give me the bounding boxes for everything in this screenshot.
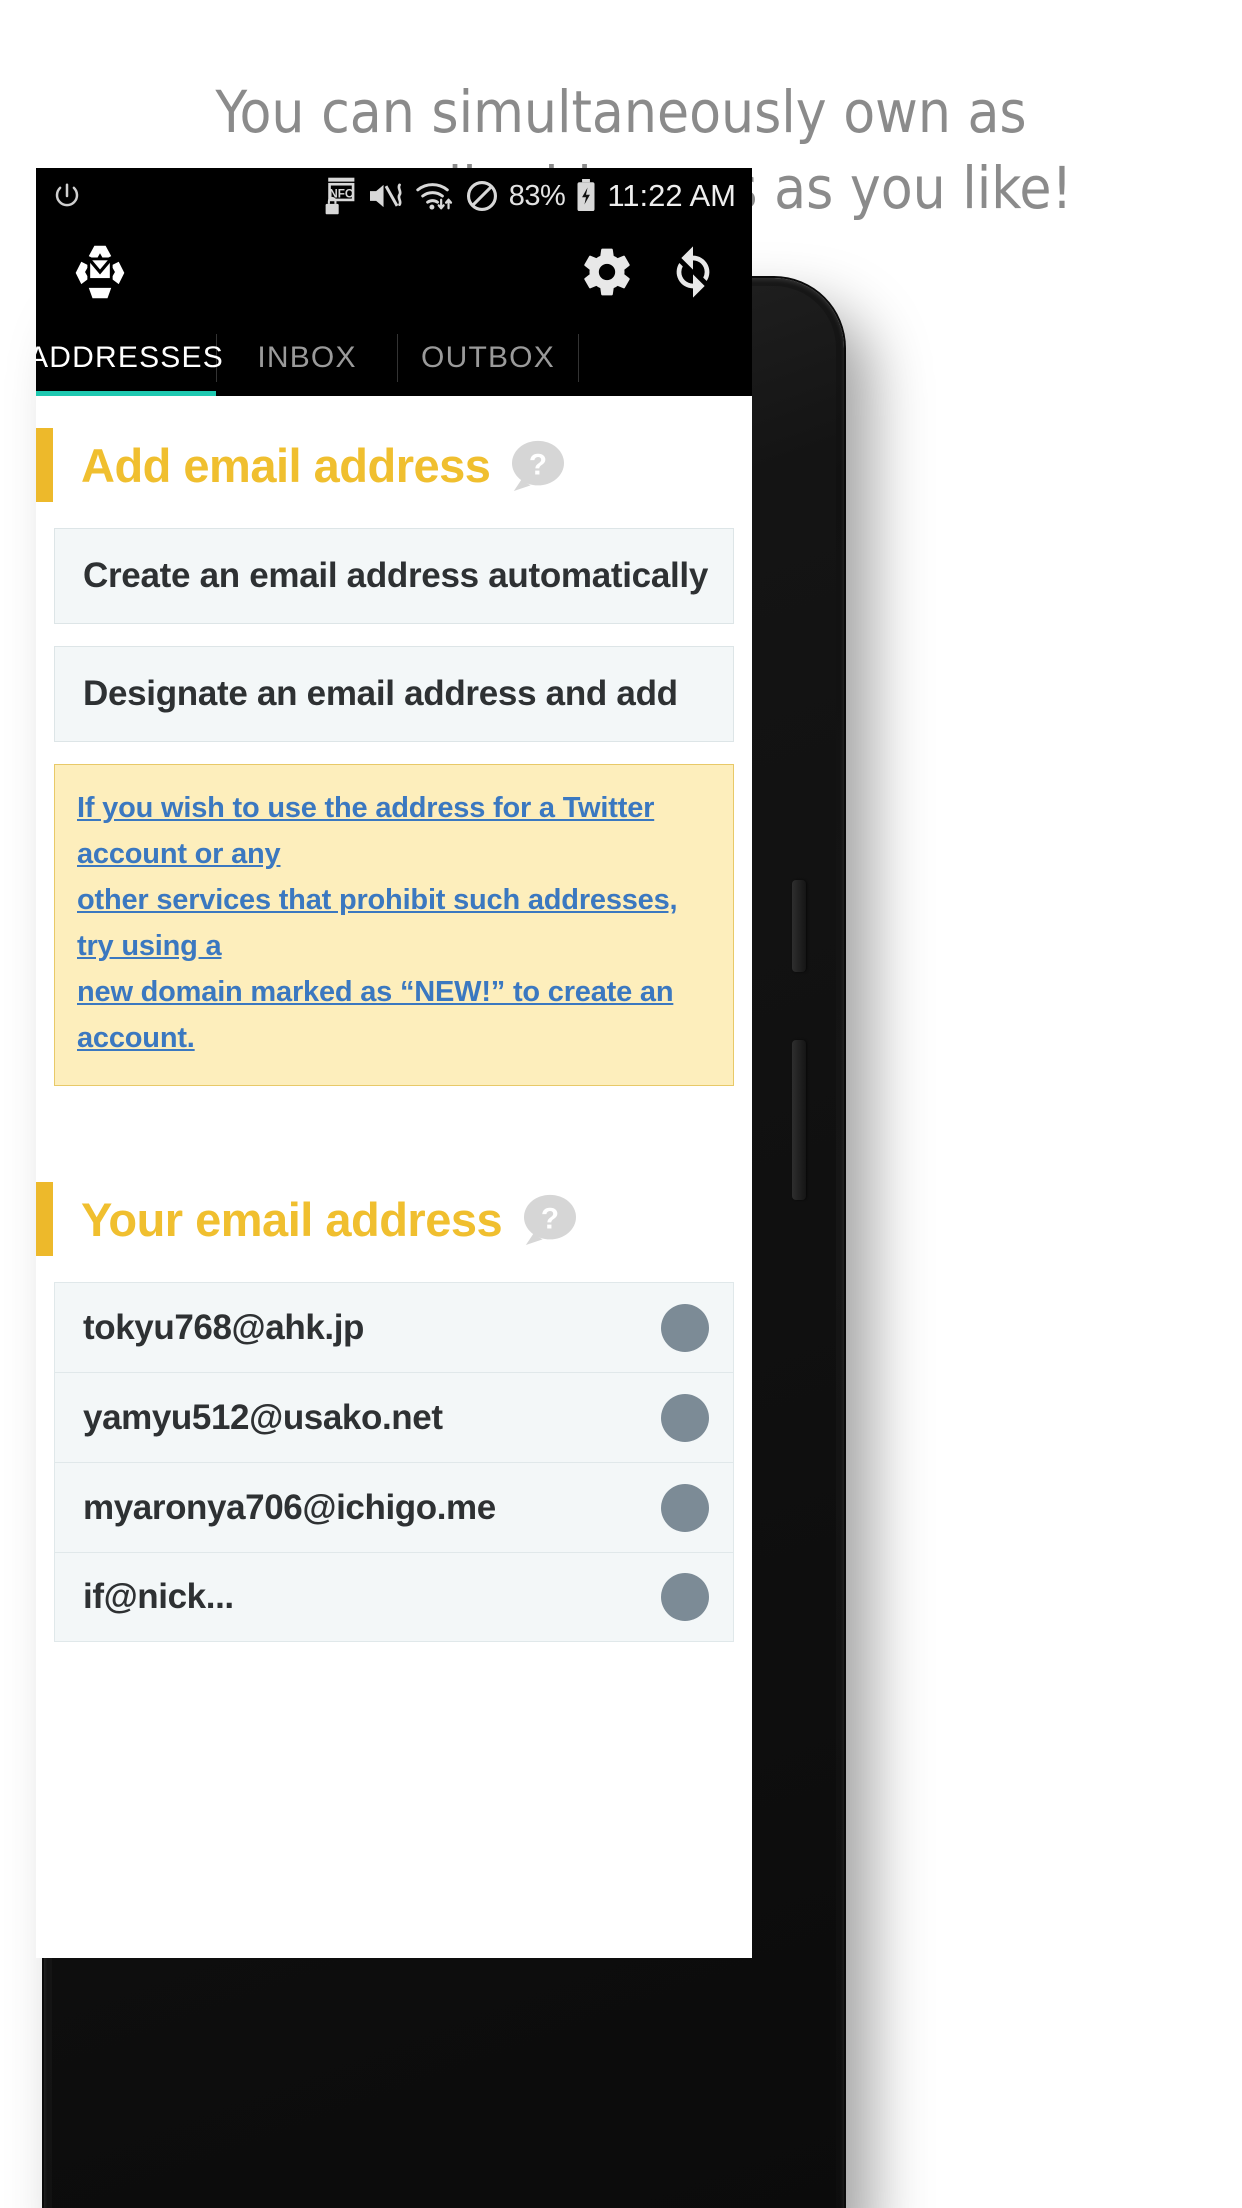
notice-line-2[interactable]: other services that prohibit such addres…: [77, 877, 711, 969]
list-item[interactable]: if@nick...: [54, 1552, 734, 1642]
tab-addresses[interactable]: ADDRESSES: [36, 320, 223, 396]
status-bar: NFC 83% 11:22 AM: [36, 168, 752, 224]
tab-outbox-label: OUTBOX: [421, 341, 555, 374]
add-email-options: Create an email address automatically De…: [36, 528, 752, 742]
headline-line-1: You can simultaneously own as: [215, 78, 1027, 146]
add-email-section-header: Add email address ?: [36, 396, 752, 528]
wifi-icon: [416, 183, 452, 210]
refresh-icon: [676, 246, 710, 298]
status-bar-left: [52, 181, 82, 211]
tab-divider: [578, 334, 579, 382]
status-dot-icon[interactable]: [661, 1573, 709, 1621]
refresh-button[interactable]: [662, 241, 724, 303]
help-button-add-section[interactable]: ?: [510, 439, 566, 491]
settings-button[interactable]: [576, 241, 638, 303]
status-dot-icon[interactable]: [661, 1303, 709, 1352]
section-accent-bar: [36, 428, 53, 502]
phone-volume-button[interactable]: [792, 1040, 806, 1200]
email-address-label: yamyu512@usako.net: [83, 1397, 443, 1437]
email-address-label: if@nick...: [83, 1577, 234, 1616]
gear-icon: [584, 248, 630, 296]
email-address-label: tokyu768@ahk.jp: [83, 1307, 365, 1347]
nfc-lock-icon: NFC: [325, 177, 355, 215]
power-icon: [55, 183, 79, 207]
designate-address-label: Designate an email address and add: [83, 674, 678, 713]
your-email-section-title: Your email address: [81, 1192, 503, 1246]
phone-power-button[interactable]: [792, 880, 806, 972]
notice-line-3[interactable]: new domain marked as “NEW!” to create an…: [77, 969, 711, 1061]
your-email-section-header: Your email address ?: [36, 1150, 752, 1282]
status-dot-icon[interactable]: [661, 1393, 709, 1442]
addresses-tab-content: Add email address ? Create an email addr…: [36, 396, 752, 1958]
list-item[interactable]: tokyu768@ahk.jp: [54, 1282, 734, 1372]
new-domain-notice[interactable]: If you wish to use the address for a Twi…: [54, 764, 734, 1086]
app-bar: [36, 224, 752, 320]
section-accent-bar: [36, 1182, 53, 1256]
promo-screenshot-page: You can simultaneously own as many email…: [0, 0, 1242, 2208]
notice-line-1[interactable]: If you wish to use the address for a Twi…: [77, 785, 711, 877]
status-bar-right: NFC 83% 11:22 AM: [323, 176, 736, 216]
create-automatically-label: Create an email address automatically: [83, 556, 709, 595]
status-dot-icon[interactable]: [661, 1483, 709, 1532]
tab-outbox[interactable]: OUTBOX: [398, 320, 578, 396]
help-button-your-section[interactable]: ?: [522, 1193, 578, 1245]
list-item[interactable]: yamyu512@usako.net: [54, 1372, 734, 1462]
volume-mute-vibrate-icon: [369, 183, 402, 208]
svg-text:?: ?: [529, 448, 547, 481]
tab-inbox-label: INBOX: [257, 341, 357, 374]
recycle-mail-logo-icon: [75, 245, 125, 299]
do-not-disturb-icon: [466, 180, 497, 212]
help-question-icon: ?: [512, 440, 565, 491]
tab-addresses-label: ADDRESSES: [36, 341, 224, 374]
designate-address-button[interactable]: Designate an email address and add: [54, 646, 734, 742]
phone-screen: NFC 83% 11:22 AM ADDRESSES INBOX OUTBOX …: [36, 168, 752, 1958]
battery-percent-label: 83%: [508, 179, 566, 212]
tab-inbox[interactable]: INBOX: [217, 320, 397, 396]
add-email-section-title: Add email address: [81, 438, 491, 492]
help-question-icon: ?: [524, 1194, 577, 1245]
list-item[interactable]: myaronya706@ichigo.me: [54, 1462, 734, 1552]
battery-charging-icon: [577, 179, 595, 212]
email-address-list: tokyu768@ahk.jp yamyu512@usako.net myaro…: [36, 1282, 752, 1642]
clock-label: 11:22 AM: [607, 178, 736, 213]
email-address-label: myaronya706@ichigo.me: [83, 1487, 496, 1527]
tab-bar: ADDRESSES INBOX OUTBOX: [36, 320, 752, 396]
create-automatically-button[interactable]: Create an email address automatically: [54, 528, 734, 624]
svg-text:?: ?: [541, 1202, 559, 1235]
